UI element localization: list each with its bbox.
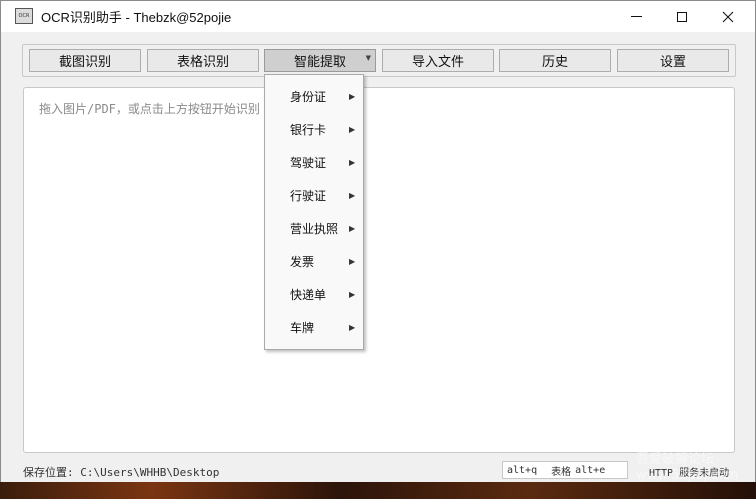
submenu-arrow-icon: ▶ (349, 257, 356, 266)
submenu-arrow-icon: ▶ (349, 290, 356, 299)
maximize-icon (677, 11, 687, 22)
settings-button[interactable]: 设置 (617, 49, 729, 72)
minimize-icon (630, 16, 642, 17)
settings-label: 设置 (659, 55, 686, 70)
desktop-wallpaper (0, 482, 756, 499)
hotkey-screenshot: alt+q (507, 464, 538, 476)
import-file-label: 导入文件 (411, 55, 464, 70)
menu-item-label: 车牌 (290, 321, 315, 335)
table-ocr-button[interactable]: 表格识别 (147, 49, 259, 72)
window-title: OCR识别助手 - Thebzk@52pojie (41, 10, 232, 25)
menu-item-vehicle-license[interactable]: 行驶证 ▶ (265, 179, 363, 212)
screenshot-ocr-label: 截图识别 (58, 55, 111, 70)
submenu-arrow-icon: ▶ (349, 191, 356, 200)
textarea-placeholder: 拖入图片/PDF，或点击上方按钮开始识别 (39, 102, 260, 116)
history-label: 历史 (541, 55, 568, 70)
menu-item-invoice[interactable]: 发票 ▶ (265, 245, 363, 278)
watermark: 吾爱破解论坛 www.52pojie.cn (636, 452, 738, 484)
title-bar[interactable]: OCR OCR识别助手 - Thebzk@52pojie (1, 1, 755, 32)
menu-item-business-license[interactable]: 营业执照 ▶ (265, 212, 363, 245)
submenu-arrow-icon: ▶ (349, 158, 356, 167)
close-icon (722, 11, 734, 22)
close-button[interactable] (705, 1, 751, 32)
menu-item-label: 驾驶证 (290, 156, 327, 170)
app-icon: OCR (15, 8, 33, 24)
menu-item-label: 身份证 (290, 90, 327, 104)
table-ocr-label: 表格识别 (176, 55, 229, 70)
menu-item-license-plate[interactable]: 车牌 ▶ (265, 311, 363, 344)
save-location: 保存位置: C:\Users\WHHB\Desktop (23, 464, 219, 480)
history-button[interactable]: 历史 (499, 49, 611, 72)
app-window: OCR OCR识别助手 - Thebzk@52pojie 截图识别 表格识别 智… (0, 0, 756, 499)
menu-item-label: 营业执照 (290, 222, 339, 236)
menu-item-label: 快递单 (290, 288, 327, 302)
screenshot-ocr-button[interactable]: 截图识别 (29, 49, 141, 72)
hotkey-table: alt+e (575, 464, 606, 476)
submenu-arrow-icon: ▶ (349, 323, 356, 332)
menu-item-label: 发票 (290, 255, 315, 269)
watermark-line2: www.52pojie.cn (636, 468, 739, 483)
menu-item-id-card[interactable]: 身份证 ▶ (265, 80, 363, 113)
smart-extract-menu: 身份证 ▶ 银行卡 ▶ 驾驶证 ▶ 行驶证 ▶ 营业执照 ▶ 发票 ▶ 快递单 … (264, 74, 364, 350)
smart-extract-label: 智能提取 (293, 55, 346, 70)
maximize-button[interactable] (659, 1, 705, 32)
import-file-button[interactable]: 导入文件 (382, 49, 494, 72)
menu-item-label: 行驶证 (290, 189, 327, 203)
watermark-line1: 吾爱破解论坛 (636, 452, 715, 467)
result-textarea[interactable]: 拖入图片/PDF，或点击上方按钮开始识别 (23, 87, 735, 453)
menu-item-express-bill[interactable]: 快递单 ▶ (265, 278, 363, 311)
submenu-arrow-icon: ▶ (349, 224, 356, 233)
minimize-button[interactable] (613, 1, 659, 32)
submenu-arrow-icon: ▶ (349, 92, 356, 101)
save-path: C:\Users\WHHB\Desktop (80, 466, 220, 479)
hotkey-table-label: 表格 (551, 466, 572, 478)
save-location-label: 保存位置: (23, 466, 74, 479)
hotkey-display: alt+q 表格 alt+e (502, 461, 628, 479)
menu-item-label: 银行卡 (290, 123, 327, 137)
menu-item-driver-license[interactable]: 驾驶证 ▶ (265, 146, 363, 179)
smart-extract-button[interactable]: 智能提取 ▼ (264, 49, 376, 72)
submenu-arrow-icon: ▶ (349, 125, 356, 134)
dropdown-caret-icon: ▼ (365, 54, 371, 62)
menu-item-bank-card[interactable]: 银行卡 ▶ (265, 113, 363, 146)
